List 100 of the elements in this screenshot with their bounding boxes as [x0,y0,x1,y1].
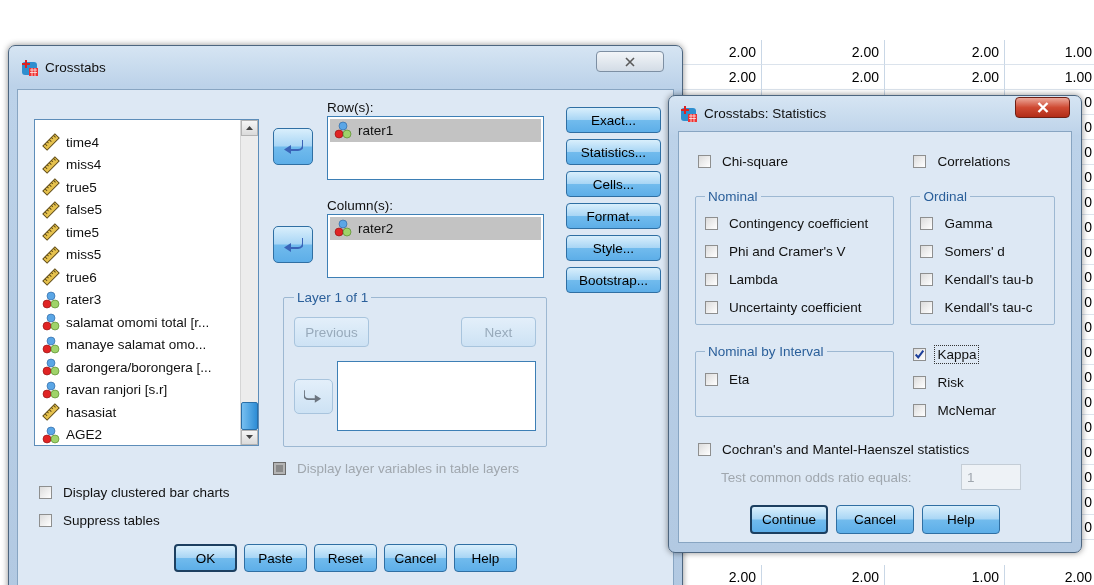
table-cell: 0 [1084,419,1092,435]
checkbox-label: Somers' d [943,242,1006,261]
paste-button[interactable]: Paste [244,544,307,572]
checkbox[interactable] [705,372,718,386]
table-cell: 0 [1084,494,1092,510]
checkbox[interactable] [705,244,718,258]
table-cell: 0 [1084,444,1092,460]
group-title: Nominal by Interval [707,344,825,359]
checkbox[interactable] [698,442,711,456]
scroll-up-button[interactable] [241,120,258,136]
variable-item[interactable]: miss5 [35,243,240,266]
variable-item[interactable]: AGE2 [35,423,240,445]
checkbox-label: Cochran's and Mantel-Haenszel statistics [721,440,971,459]
checkbox-label: Display clustered bar charts [62,483,231,502]
table-cell: 0 [1084,294,1092,310]
checkbox[interactable] [39,485,52,499]
variable-item[interactable]: true6 [35,266,240,289]
help-button[interactable]: Help [922,505,1000,534]
move-button[interactable] [273,226,313,263]
checkbox-label: Display layer variables in table layers [296,459,521,478]
variable-item[interactable]: rater2 [330,217,541,240]
checkbox[interactable] [913,403,927,417]
format-button[interactable]: Format... [566,203,661,229]
checkbox[interactable] [920,216,934,230]
style-button[interactable]: Style... [566,235,661,261]
checkbox-label: Eta [728,370,751,389]
right-arrow-icon [304,388,323,404]
variable-item[interactable]: miss4 [35,153,240,176]
table-cell: 2.00 [971,44,999,60]
variable-item[interactable]: time5 [35,221,240,244]
table-cell: 0 [1084,119,1092,135]
table-cell: 0 [1084,219,1092,235]
checkbox[interactable] [913,347,927,361]
variable-item[interactable]: true5 [35,176,240,199]
bootstrap-button[interactable]: Bootstrap... [566,267,661,293]
cells-button[interactable]: Cells... [566,171,661,197]
three-balls-icon [42,335,60,354]
up-arrow-icon [246,125,253,130]
checkbox-label: Kappa [934,344,980,364]
three-balls-icon [334,121,352,140]
variable-item[interactable]: time4 [35,131,240,154]
table-cell: 2.00 [728,69,756,85]
scrollbar[interactable] [240,120,258,445]
variable-item[interactable]: salamat omomi total [r... [35,311,240,334]
checkbox[interactable] [705,216,718,230]
group-title: Nominal [707,189,759,204]
variable-item[interactable]: manaye salamat omo... [35,333,240,356]
checkbox[interactable] [913,375,927,389]
group-title: Ordinal [922,189,968,204]
checkbox-label: Contingency coefficient [728,214,870,233]
scroll-thumb[interactable] [241,401,258,430]
table-cell: 1.00 [1064,44,1092,60]
variable-item[interactable]: ravan ranjori [s.r] [35,378,240,401]
move-button[interactable] [273,128,313,165]
table-cell: 0 [1084,519,1092,535]
three-balls-icon [42,425,60,444]
three-balls-icon [334,219,352,238]
window-title: Crosstabs [45,60,106,75]
variable-item[interactable]: darongera/borongera [... [35,356,240,379]
cancel-button[interactable]: Cancel [384,544,447,572]
variable-item[interactable]: false5 [35,198,240,221]
statistics-button[interactable]: Statistics... [566,139,661,165]
checkbox[interactable] [698,154,711,168]
table-cell: 1.00 [1064,69,1092,85]
table-cell: 2.00 [971,69,999,85]
table-cell: 0 [1084,269,1092,285]
variable-item[interactable]: hasasiat [35,401,240,424]
checkbox-label: Kendall's tau-b [943,270,1035,289]
close-icon [625,56,635,67]
checkbox[interactable] [920,300,934,314]
checkbox-label: McNemar [936,401,997,420]
close-icon [1036,102,1049,113]
three-balls-icon [42,290,60,309]
left-arrow-icon [283,236,303,253]
checkbox-label: Correlations [936,152,1012,171]
variable-item[interactable]: rater1 [330,119,541,142]
help-button[interactable]: Help [454,544,517,572]
checkbox[interactable] [705,272,718,286]
close-button[interactable] [1015,97,1070,118]
ok-button[interactable]: OK [174,544,237,572]
checkbox[interactable] [920,244,934,258]
continue-button[interactable]: Continue [750,505,828,534]
checkbox[interactable] [920,272,934,286]
group-title: Layer 1 of 1 [296,290,370,305]
checkbox-label: Kendall's tau-c [943,298,1034,317]
reset-button[interactable]: Reset [314,544,377,572]
variable-item[interactable]: rater3 [35,288,240,311]
checkbox[interactable] [39,513,52,527]
table-cell: 0 [1084,94,1092,110]
table-cell: 2.00 [728,569,756,585]
checkbox[interactable] [705,300,718,314]
field-label: Test common odds ratio equals: [721,469,913,485]
checkbox[interactable] [913,154,927,168]
table-cell: 2.00 [728,44,756,60]
table-cell: 2.00 [851,44,879,60]
exact-button[interactable]: Exact... [566,107,661,133]
cancel-button[interactable]: Cancel [836,505,914,534]
table-icon [21,58,39,77]
checkbox-label: Uncertainty coefficient [728,298,863,317]
checkbox-label: Lambda [728,270,779,289]
